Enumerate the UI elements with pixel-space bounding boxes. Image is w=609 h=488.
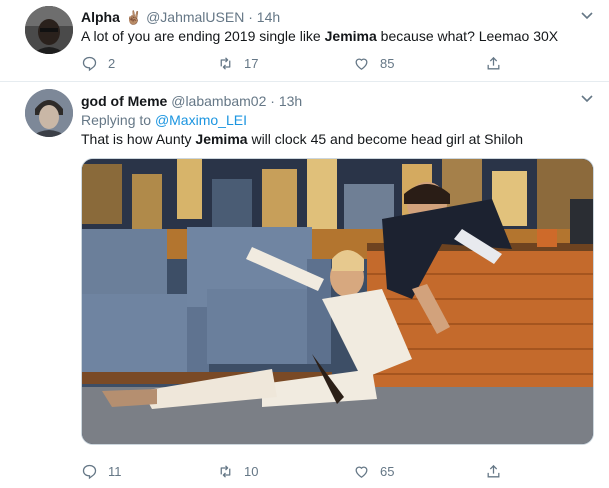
retweet-icon xyxy=(220,56,231,70)
retweet-icon xyxy=(220,464,231,478)
timestamp[interactable]: 13h xyxy=(279,93,302,109)
tweet[interactable]: Alpha ✌🏽 @JahmalUSEN · 14h A lot of you ar… xyxy=(0,0,609,82)
chevron-down-icon[interactable] xyxy=(577,8,597,24)
timestamp[interactable]: 14h xyxy=(257,9,280,25)
separator-dot: · xyxy=(248,9,253,25)
replying-to: Replying to @Maximo_LEI xyxy=(81,111,247,129)
replying-to-label: Replying to xyxy=(81,112,155,128)
tweet-text-part: will clock 45 and become head girl at Sh… xyxy=(247,131,524,147)
tweet-text-part: A lot of you are ending 2019 single like xyxy=(81,28,325,44)
retweet-button[interactable]: 10 xyxy=(217,461,258,481)
tweet-actions: 2 17 85 xyxy=(81,53,521,73)
user-handle[interactable]: @JahmalUSEN xyxy=(146,9,244,25)
reply-button[interactable]: 2 xyxy=(81,53,115,73)
like-button[interactable]: 65 xyxy=(353,461,394,481)
avatar[interactable] xyxy=(25,89,73,137)
like-count: 65 xyxy=(380,463,395,479)
display-name[interactable]: Alpha xyxy=(81,9,120,25)
tweet-text: A lot of you are ending 2019 single like… xyxy=(81,27,558,46)
reply-icon xyxy=(82,56,97,71)
tweet-text-bold: Jemima xyxy=(195,131,248,147)
share-icon xyxy=(487,56,500,69)
like-button[interactable]: 85 xyxy=(353,53,394,73)
victory-hand-emoji: ✌🏽 xyxy=(125,10,143,25)
share-icon xyxy=(487,464,500,477)
display-name[interactable]: god of Meme xyxy=(81,93,167,109)
retweet-button[interactable]: 17 xyxy=(217,53,258,73)
reply-icon xyxy=(82,464,97,479)
reply-button[interactable]: 11 xyxy=(81,461,122,481)
heart-icon xyxy=(355,58,368,70)
tweet-text-part: because what? Leemao 30X xyxy=(376,28,559,44)
heart-icon xyxy=(355,466,368,478)
reply-count: 11 xyxy=(108,463,122,479)
share-button[interactable] xyxy=(485,461,512,481)
avatar[interactable] xyxy=(25,6,73,54)
tweet-photo[interactable] xyxy=(81,158,594,445)
separator-dot: · xyxy=(270,93,275,109)
reply-count: 2 xyxy=(108,55,116,71)
retweet-count: 17 xyxy=(244,55,259,71)
tweet-text-bold: Jemima xyxy=(324,28,377,44)
chevron-down-icon[interactable] xyxy=(577,91,597,107)
tweet[interactable]: god of Meme @labambam02 · 13h Replying t… xyxy=(0,83,609,488)
tweet-actions: 11 10 65 xyxy=(81,461,521,481)
share-button[interactable] xyxy=(485,53,512,73)
retweet-count: 10 xyxy=(244,463,259,479)
user-handle[interactable]: @labambam02 xyxy=(171,93,266,109)
tweet-text-part: That is how Aunty xyxy=(81,131,196,147)
mention-link[interactable]: @Maximo_LEI xyxy=(155,112,247,128)
tweet-text: That is how Aunty Jemima will clock 45 a… xyxy=(81,130,523,149)
like-count: 85 xyxy=(380,55,395,71)
